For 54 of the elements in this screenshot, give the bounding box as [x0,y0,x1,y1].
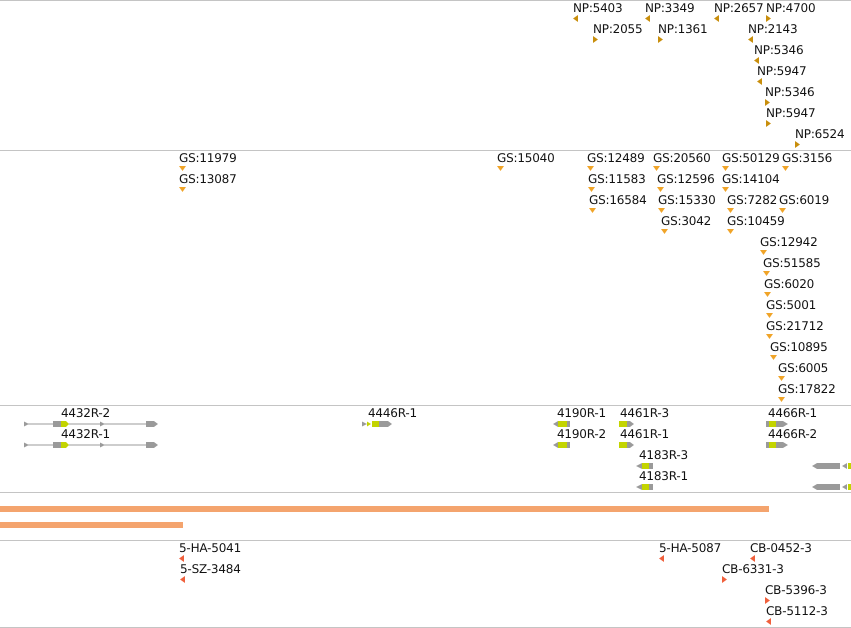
feature-label: GS:16584 [589,193,647,207]
gene-label: 4466R-1 [768,406,817,420]
gene-label: 4190R-2 [557,427,606,441]
feature-label: GS:3156 [782,151,832,165]
feature-label: GS:20560 [653,151,711,165]
feature-label: GS:14104 [722,172,780,186]
gene-label: 4432R-2 [61,406,110,420]
feature-label: GS:13087 [179,172,237,186]
feature-label: GS:21712 [766,319,824,333]
feature-label: NP:2143 [748,22,798,36]
feature-label: GS:51585 [763,256,821,270]
feature-label: CB-6331-3 [722,562,784,576]
feature-label: GS:6020 [764,277,814,291]
feature-label: NP:5403 [573,1,622,15]
gene-label: 4183R-1 [639,469,688,483]
feature-label: GS:11583 [588,172,646,186]
feature-label: NP:4700 [766,1,816,15]
feature-label: 5-SZ-3484 [180,562,241,576]
gene-label: 4432R-1 [61,427,110,441]
feature-label: GS:10895 [770,340,828,354]
gene-label: 4466R-2 [768,427,817,441]
feature-label: NP:5346 [754,43,804,57]
feature-label: GS:6005 [778,361,828,375]
feature-label: NP:5947 [766,106,816,120]
feature-label: NP:5346 [765,85,814,99]
feature-label: NP:1361 [658,22,708,36]
feature-label: GS:15330 [658,193,716,207]
feature-label: GS:12942 [760,235,818,249]
gene-label: 4461R-3 [620,406,669,420]
gene-label: 4446R-1 [368,406,417,420]
feature-label: GS:3042 [661,214,712,228]
feature-label: CB-5112-3 [766,604,828,618]
feature-label: GS:12489 [587,151,645,165]
gene-label: 4190R-1 [557,406,606,420]
feature-label: GS:10459 [727,214,785,228]
feature-label: NP:3349 [645,1,694,15]
feature-label: NP:5947 [757,64,806,78]
feature-label: GS:6019 [779,193,830,207]
gene-label: 4183R-3 [639,448,688,462]
feature-label: GS:11979 [179,151,237,165]
feature-label: CB-5396-3 [765,583,827,597]
feature-label: NP:2055 [593,22,642,36]
feature-label: NP:6524 [795,127,844,141]
feature-label: NP:2657 [714,1,764,15]
feature-label: GS:5001 [766,298,816,312]
feature-label: GS:15040 [497,151,555,165]
feature-label: GS:7282 [727,193,778,207]
feature-label: GS:17822 [778,382,836,396]
feature-label: GS:50129 [722,151,780,165]
gene-label: 4461R-1 [620,427,669,441]
feature-label: CB-0452-3 [750,541,812,555]
feature-label: 5-HA-5041 [179,541,242,555]
feature-label: GS:12596 [657,172,715,186]
feature-label: 5-HA-5087 [659,541,722,555]
